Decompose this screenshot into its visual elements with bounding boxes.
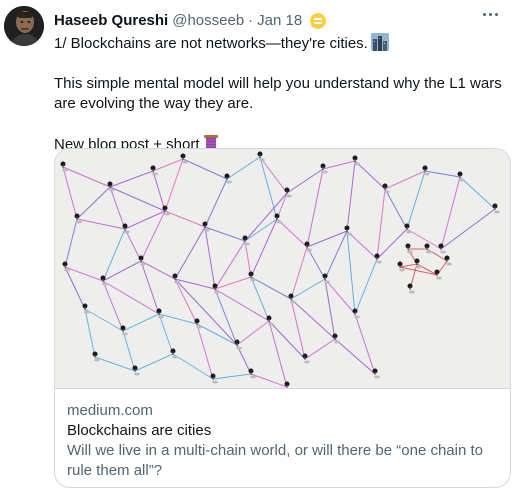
tweet-date[interactable]: Jan 18 bbox=[257, 11, 302, 31]
link-title: Blockchains are cities bbox=[67, 422, 212, 439]
author-name[interactable]: Haseeb Qureshi bbox=[54, 11, 168, 31]
link-domain: medium.com bbox=[67, 402, 153, 419]
emoji-badge-icon bbox=[310, 13, 327, 29]
network-pins-illustration bbox=[60, 151, 500, 392]
avatar-photo-icon bbox=[4, 6, 44, 46]
avatar[interactable] bbox=[4, 6, 44, 46]
cityscape-emoji-icon bbox=[370, 33, 389, 51]
link-preview-meta: medium.com Blockchains are cities Will w… bbox=[67, 401, 498, 481]
link-description: Will we live in a multi-chain world, or … bbox=[67, 442, 484, 479]
link-preview-image[interactable] bbox=[55, 149, 510, 392]
more-options-icon[interactable] bbox=[478, 4, 502, 24]
tweet-line-1-text: 1/ Blockchains are not networks—they're … bbox=[54, 35, 368, 52]
tweet-header: Haseeb Qureshi @hosseeb · Jan 18 bbox=[54, 11, 476, 31]
tweet-line-1: 1/ Blockchains are not networks—they're … bbox=[54, 33, 504, 54]
tweet-text: 1/ Blockchains are not networks—they're … bbox=[54, 33, 504, 155]
author-handle[interactable]: @hosseeb bbox=[172, 11, 244, 31]
link-preview-card[interactable]: medium.com Blockchains are cities Will w… bbox=[54, 148, 511, 488]
separator-dot: · bbox=[248, 12, 254, 29]
tweet-line-2: This simple mental model will help you u… bbox=[54, 75, 502, 112]
